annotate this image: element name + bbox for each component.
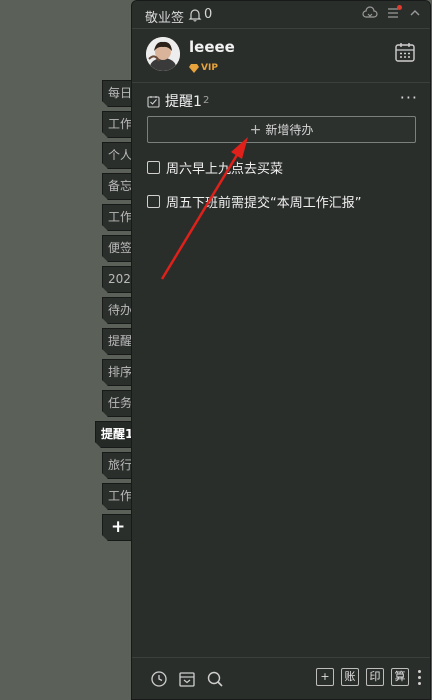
username: leeee bbox=[189, 38, 235, 56]
checklist-icon bbox=[147, 93, 160, 112]
menu-icon[interactable] bbox=[386, 5, 402, 20]
collapse-icon[interactable] bbox=[408, 6, 422, 20]
notes-panel: 敬业签 0 leeee VIP 提醒1 2 ··· + 新增待办 周六早上九点去… bbox=[131, 0, 431, 700]
profile-header: leeee VIP bbox=[132, 29, 430, 81]
bell-icon[interactable] bbox=[188, 7, 202, 22]
todo-checkbox[interactable] bbox=[147, 160, 160, 174]
category-tab[interactable]: 个人 bbox=[102, 142, 132, 169]
list-item-count: 2 bbox=[203, 95, 210, 106]
calendar-icon[interactable] bbox=[394, 41, 416, 67]
category-tab[interactable]: 每日 bbox=[102, 80, 132, 107]
plus-icon: + bbox=[249, 121, 262, 138]
title-bar: 敬业签 0 bbox=[132, 1, 430, 29]
print-button[interactable]: 印 bbox=[366, 668, 384, 686]
category-tab-active[interactable]: 提醒1 bbox=[95, 421, 132, 448]
category-tab[interactable]: 202 bbox=[102, 266, 132, 293]
add-todo-label: 新增待办 bbox=[265, 123, 314, 137]
category-tab[interactable]: 任务 bbox=[102, 390, 132, 417]
archive-icon[interactable] bbox=[178, 670, 196, 692]
footer-right-tools: + 账 印 算 bbox=[316, 668, 422, 686]
more-options-button[interactable]: ··· bbox=[400, 90, 418, 106]
notify-dot bbox=[397, 5, 402, 10]
add-category-button[interactable]: + bbox=[102, 514, 132, 541]
category-tab[interactable]: 工作 bbox=[102, 204, 132, 231]
category-tab[interactable]: 工作 bbox=[102, 483, 132, 510]
titlebar-actions bbox=[362, 5, 422, 20]
account-button[interactable]: 账 bbox=[341, 668, 359, 686]
avatar[interactable] bbox=[146, 37, 180, 71]
category-tab[interactable]: 旅行 bbox=[102, 452, 132, 479]
search-icon[interactable] bbox=[206, 670, 224, 692]
footer-toolbar: + 账 印 算 bbox=[132, 657, 430, 699]
todo-item: 周五下班前需提交“本周工作汇报” bbox=[147, 192, 361, 211]
todo-item: 周六早上九点去买菜 bbox=[147, 158, 283, 177]
category-tab[interactable]: 排序 bbox=[102, 359, 132, 386]
list-title: 提醒1 bbox=[165, 94, 202, 110]
footer-add-button[interactable]: + bbox=[316, 668, 334, 686]
todo-text[interactable]: 周五下班前需提交“本周工作汇报” bbox=[166, 192, 361, 211]
more-vertical-icon[interactable] bbox=[416, 669, 422, 685]
app-stage: 每日 工作 个人 备忘 工作 便签 202 待办 提醒 排序 任务 提醒1 旅行… bbox=[0, 0, 432, 700]
todo-checkbox[interactable] bbox=[147, 194, 160, 208]
notification-count: 0 bbox=[204, 7, 213, 22]
cloud-sync-icon[interactable] bbox=[362, 6, 378, 20]
category-tab[interactable]: 备忘 bbox=[102, 173, 132, 200]
list-header: 提醒1 2 ··· bbox=[132, 89, 430, 111]
calculator-button[interactable]: 算 bbox=[391, 668, 409, 686]
todo-text[interactable]: 周六早上九点去买菜 bbox=[166, 158, 283, 177]
category-tab[interactable]: 提醒 bbox=[102, 328, 132, 355]
clock-icon[interactable] bbox=[150, 670, 168, 692]
footer-left-tools bbox=[150, 670, 224, 692]
app-name: 敬业签 bbox=[145, 11, 185, 26]
diamond-icon bbox=[189, 58, 199, 77]
category-tab[interactable]: 待办 bbox=[102, 297, 132, 324]
vip-badge: VIP bbox=[189, 58, 218, 77]
category-tab[interactable]: 工作 bbox=[102, 111, 132, 138]
divider bbox=[132, 82, 430, 83]
category-tab[interactable]: 便签 bbox=[102, 235, 132, 262]
add-todo-button[interactable]: + 新增待办 bbox=[147, 116, 416, 143]
vip-label: VIP bbox=[201, 62, 218, 73]
